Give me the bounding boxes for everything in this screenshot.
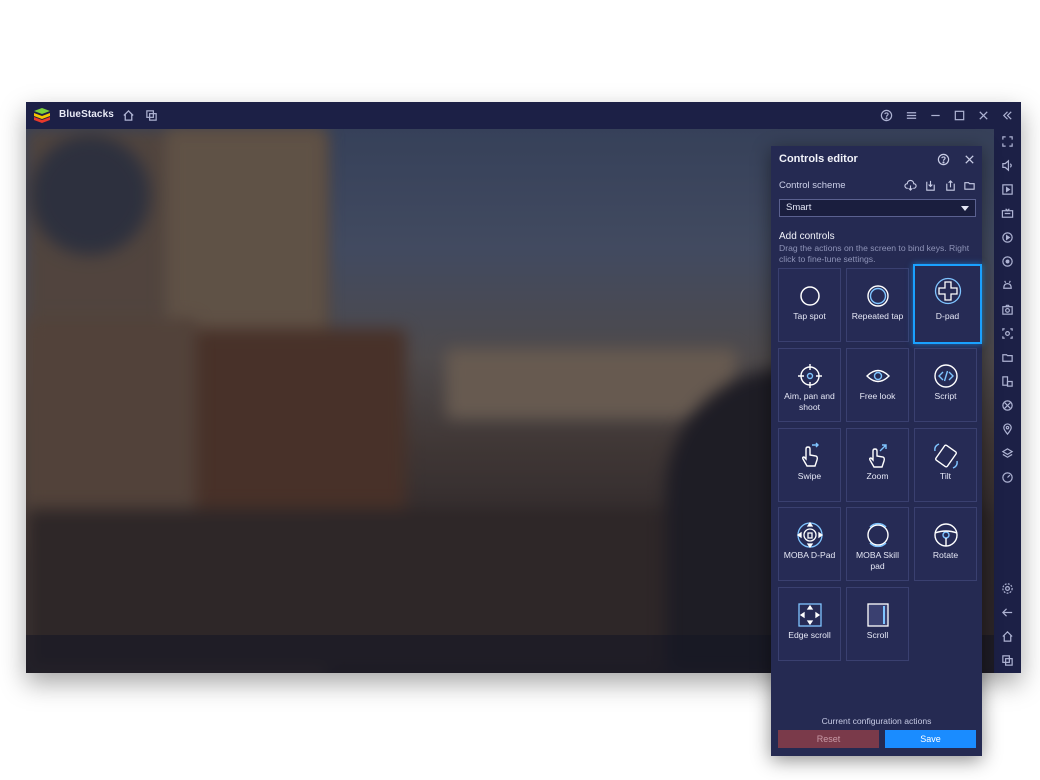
save-button[interactable]: Save [885,730,976,748]
back-arrow-icon[interactable] [1000,605,1015,620]
tile-aim-pan-shoot[interactable]: Aim, pan and shoot [778,348,841,422]
recent-apps-icon[interactable] [1000,653,1015,668]
apk-install-icon[interactable] [1000,278,1015,293]
tile-rotate[interactable]: Rotate [914,507,977,581]
scroll-icon [863,600,893,630]
settings-gear-icon[interactable] [1000,581,1015,596]
home-nav-icon[interactable] [1000,629,1015,644]
tile-label: Script [934,391,957,401]
tile-edge-scroll[interactable]: Edge scroll [778,587,841,661]
tile-dpad[interactable]: D-pad [913,264,982,344]
control-scheme-dropdown[interactable]: Smart [779,199,976,217]
multi-instance-icon[interactable] [143,107,159,123]
screenshot-icon[interactable] [1000,302,1015,317]
eco-mode-icon[interactable] [1000,398,1015,413]
tile-label: Zoom [866,471,889,481]
tile-label: Scroll [866,630,889,640]
current-config-label: Current configuration actions [821,716,932,726]
chevron-down-icon [961,206,969,211]
screen: BlueStacks Controls editor Control schem… [0,0,1040,780]
rotate-screen-icon[interactable] [1000,374,1015,389]
tile-label: Edge scroll [788,630,831,640]
tile-script[interactable]: Script [914,348,977,422]
reset-button[interactable]: Reset [778,730,879,748]
moba-dpad-icon [795,520,825,550]
macro-icon[interactable] [1000,254,1015,269]
tile-free-look[interactable]: Free look [846,348,909,422]
close-icon[interactable] [962,152,977,167]
collapse-sidebar-icon[interactable] [999,107,1015,123]
export-icon[interactable] [943,178,958,193]
control-scheme-label: Control scheme [779,180,846,191]
tile-label: Aim, pan and shoot [784,391,835,412]
rotate-icon [931,520,961,550]
volume-icon[interactable] [1000,158,1015,173]
camera-icon[interactable] [1000,326,1015,341]
add-controls-description: Drag the actions on the screen to bind k… [779,243,970,264]
tile-scroll[interactable]: Scroll [846,587,909,661]
add-controls-title: Add controls [779,231,835,242]
cloud-download-icon[interactable] [903,178,918,193]
tile-tap-spot[interactable]: Tap spot [778,268,841,342]
tile-label: D-pad [935,311,960,321]
moba-skill-icon [863,520,893,550]
tile-label: Rotate [932,550,959,560]
fullscreen-icon[interactable] [1000,134,1015,149]
folder-icon[interactable] [962,178,977,193]
right-toolbar [994,129,1021,673]
repeated-tap-icon [863,281,893,311]
help-icon[interactable] [878,107,894,123]
home-icon[interactable] [120,107,136,123]
eye-icon [863,361,893,391]
media-icon[interactable] [1000,182,1015,197]
performance-icon[interactable] [1000,470,1015,485]
record-icon[interactable] [1000,230,1015,245]
tilt-icon [931,441,961,471]
swipe-hand-icon [795,441,825,471]
help-icon[interactable] [936,152,951,167]
keyboard-icon[interactable] [1000,206,1015,221]
panel-title: Controls editor [779,153,858,165]
layers-icon[interactable] [1000,446,1015,461]
menu-icon[interactable] [903,107,919,123]
bluestacks-logo-icon [34,108,50,123]
control-scheme-value: Smart [786,202,812,213]
tile-repeated-tap[interactable]: Repeated tap [846,268,909,342]
tile-moba-dpad[interactable]: MOBA D-Pad [778,507,841,581]
dpad-icon [933,276,963,306]
title-bar: BlueStacks [26,102,1021,129]
tile-label: Tilt [939,471,952,481]
tile-zoom[interactable]: Zoom [846,428,909,502]
tile-label: MOBA Skill pad [856,550,899,571]
tap-spot-icon [795,281,825,311]
tile-label: MOBA D-Pad [783,550,836,560]
edge-scroll-icon [795,600,825,630]
tile-label: Swipe [797,471,822,481]
maximize-icon[interactable] [951,107,967,123]
code-icon [931,361,961,391]
close-icon[interactable] [975,107,991,123]
zoom-hand-icon [863,441,893,471]
folder-icon[interactable] [1000,350,1015,365]
minimize-icon[interactable] [927,107,943,123]
crosshair-icon [795,361,825,391]
tile-swipe[interactable]: Swipe [778,428,841,502]
tile-label: Repeated tap [851,311,904,321]
tile-moba-skill-pad[interactable]: MOBA Skill pad [846,507,909,581]
controls-editor-panel: Controls editor Control scheme Smart Add… [771,146,982,756]
location-icon[interactable] [1000,422,1015,437]
tile-tilt[interactable]: Tilt [914,428,977,502]
tile-label: Tap spot [793,311,826,321]
import-icon[interactable] [923,178,938,193]
app-title: BlueStacks [59,109,114,120]
tile-label: Free look [859,391,896,401]
